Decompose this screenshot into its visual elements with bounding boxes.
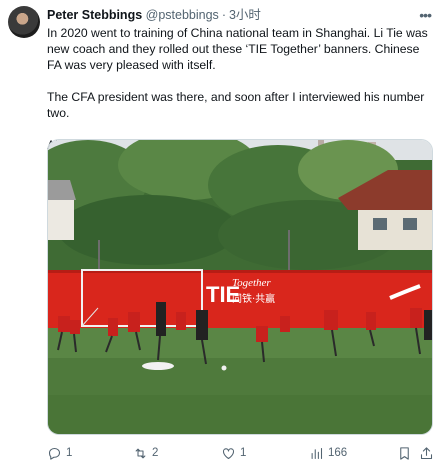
bookmark-icon <box>400 446 409 460</box>
banner-script: Together <box>232 277 271 289</box>
retweet-button[interactable]: 2 <box>133 443 158 463</box>
tweet-photo[interactable]: TIE Together 同铁·共赢 <box>47 139 433 435</box>
more-icon[interactable]: ••• <box>419 7 432 23</box>
tweet-paragraph: In 2020 went to training of China nation… <box>47 26 428 72</box>
author-handle[interactable]: @pstebbings <box>146 8 219 22</box>
views-button[interactable]: 166 <box>309 443 347 463</box>
retweet-count: 2 <box>152 447 159 459</box>
tweet-paragraph: The CFA president was there, and soon af… <box>47 90 425 120</box>
author-name[interactable]: Peter Stebbings <box>47 8 142 22</box>
reply-count: 1 <box>66 447 73 459</box>
like-icon <box>222 447 235 459</box>
like-count: 1 <box>240 447 247 459</box>
like-button[interactable]: 1 <box>221 443 246 463</box>
bookmark-button[interactable] <box>397 443 416 463</box>
separator-dot: · <box>221 8 226 22</box>
tweet-actions: 1 2 1 166 <box>47 443 435 463</box>
training-photo: TIE Together 同铁·共赢 <box>48 140 432 434</box>
reply-button[interactable]: 1 <box>47 443 72 463</box>
share-icon <box>420 446 433 459</box>
timestamp[interactable]: 3小时 <box>229 8 261 22</box>
retweet-icon <box>135 448 146 458</box>
avatar[interactable] <box>8 6 40 38</box>
share-button[interactable] <box>419 443 438 463</box>
tweet-header: Peter Stebbings @pstebbings · 3小时 <box>47 8 261 23</box>
tweet: Peter Stebbings @pstebbings · 3小时 ••• In 2… <box>0 0 441 470</box>
views-count: 166 <box>328 447 348 459</box>
tweet-text: In 2020 went to training of China nation… <box>47 25 435 153</box>
reply-icon <box>48 447 61 460</box>
views-icon <box>311 447 323 459</box>
banner-chinese: 同铁·共赢 <box>232 292 275 305</box>
